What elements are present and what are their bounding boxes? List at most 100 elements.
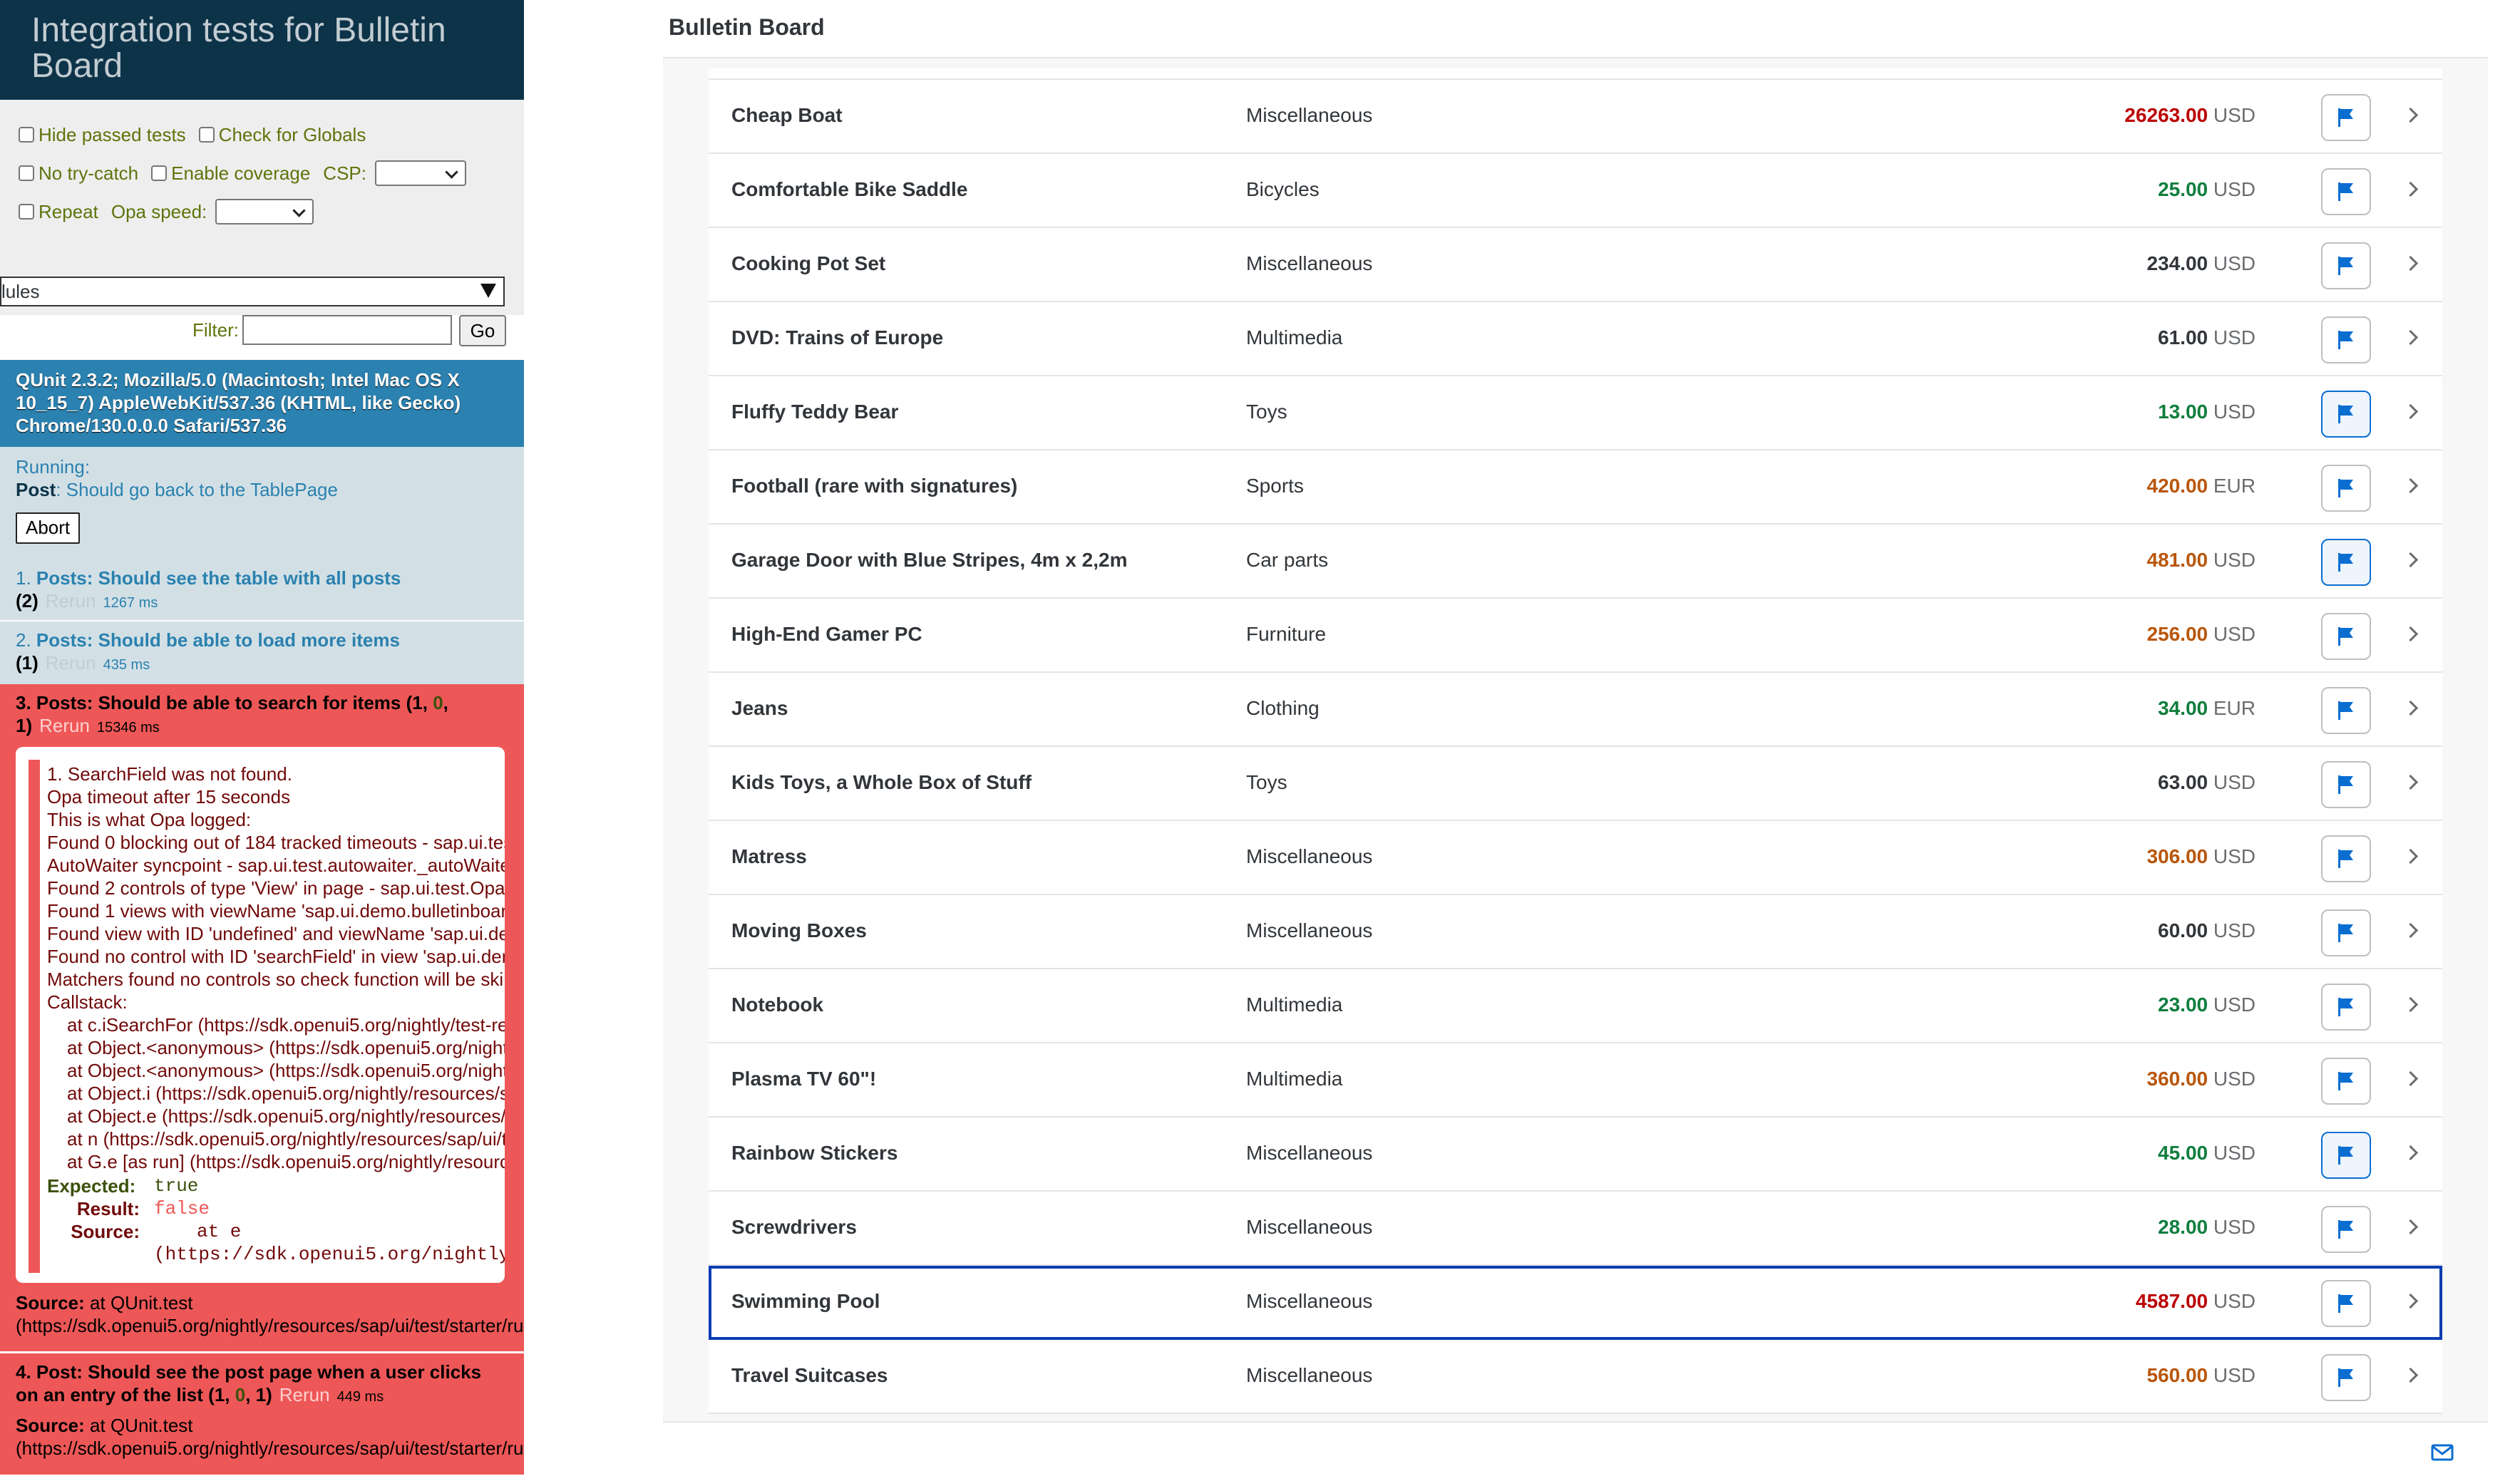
- rerun-link[interactable]: Rerun: [39, 715, 90, 736]
- flag-button[interactable]: [2321, 1280, 2371, 1327]
- post-category: Multimedia: [1246, 1068, 1343, 1090]
- chevron-right-icon[interactable]: [2402, 1070, 2419, 1087]
- price-currency: USD: [2213, 1290, 2256, 1312]
- qunit-header[interactable]: Integration tests for Bulletin Board: [0, 0, 524, 100]
- table-row[interactable]: Rainbow Stickers Miscellaneous 45.00 USD: [709, 1118, 2442, 1192]
- flag-button[interactable]: [2321, 1132, 2371, 1179]
- table-row[interactable]: High-End Gamer PC Furniture 256.00 USD: [709, 599, 2442, 673]
- flag-button[interactable]: [2321, 316, 2371, 363]
- flag-button[interactable]: [2321, 168, 2371, 215]
- test-name: Posts: Should be able to search for item…: [36, 692, 401, 713]
- hide-passed-option[interactable]: Hide passed tests: [19, 124, 186, 146]
- chevron-right-icon[interactable]: [2402, 181, 2419, 197]
- flag-button[interactable]: [2321, 613, 2371, 660]
- flag-icon: [2338, 331, 2353, 349]
- flag-button[interactable]: [2321, 94, 2371, 141]
- chevron-right-icon[interactable]: [2402, 996, 2419, 1013]
- table-row[interactable]: Cheap Boat Miscellaneous 26263.00 USD: [709, 80, 2442, 154]
- table-row[interactable]: Kids Toys, a Whole Box of Stuff Toys 63.00…: [709, 747, 2442, 821]
- test-number: 1.: [16, 567, 31, 589]
- table-row[interactable]: Comfortable Bike Saddle Bicycles 25.00 USD: [709, 154, 2442, 228]
- flag-button[interactable]: [2321, 242, 2371, 289]
- mail-icon[interactable]: [2431, 1444, 2454, 1461]
- csp-select[interactable]: [374, 160, 466, 186]
- repeat-option[interactable]: Repeat: [19, 201, 98, 223]
- price-currency: USD: [2213, 326, 2256, 349]
- flag-button[interactable]: [2321, 465, 2371, 512]
- table-row[interactable]: Screwdrivers Miscellaneous 28.00 USD: [709, 1192, 2442, 1266]
- enable-coverage-option[interactable]: Enable coverage: [151, 162, 310, 185]
- post-price: 25.00 USD: [2158, 178, 2256, 201]
- flag-button[interactable]: [2321, 835, 2371, 882]
- table-row[interactable]: Jeans Clothing 34.00 EUR: [709, 673, 2442, 747]
- flag-button[interactable]: [2321, 1058, 2371, 1105]
- price-currency: USD: [2213, 549, 2256, 571]
- chevron-right-icon[interactable]: [2402, 848, 2419, 865]
- table-row[interactable]: Swimming Pool Miscellaneous 4587.00 USD: [709, 1266, 2442, 1340]
- abort-button[interactable]: Abort: [16, 512, 81, 544]
- rerun-link[interactable]: Rerun: [279, 1384, 330, 1405]
- chevron-right-icon[interactable]: [2402, 107, 2419, 123]
- flag-button[interactable]: [2321, 909, 2371, 956]
- opa-speed-select[interactable]: [215, 199, 314, 225]
- failure-line: This is what Opa logged:: [47, 809, 252, 830]
- dropdown-triangle-icon: [480, 284, 496, 298]
- chevron-right-icon[interactable]: [2402, 1219, 2419, 1235]
- test-item-1[interactable]: 1. Posts: Should see the table with all …: [0, 559, 524, 621]
- rerun-link[interactable]: Rerun: [46, 652, 96, 674]
- enable-coverage-label: Enable coverage: [171, 162, 311, 184]
- chevron-right-icon[interactable]: [2402, 552, 2419, 568]
- flag-button[interactable]: [2321, 984, 2371, 1031]
- flag-button[interactable]: [2321, 539, 2371, 586]
- chevron-right-icon[interactable]: [2402, 922, 2419, 939]
- table-row[interactable]: Notebook Multimedia 23.00 USD: [709, 969, 2442, 1043]
- chevron-right-icon[interactable]: [2402, 478, 2419, 494]
- no-try-catch-checkbox[interactable]: [19, 165, 34, 181]
- table-row[interactable]: Plasma TV 60"! Multimedia 360.00 USD: [709, 1043, 2442, 1118]
- flag-button[interactable]: [2321, 761, 2371, 808]
- test-item-4[interactable]: 4. Post: Should see the post page when a…: [0, 1351, 524, 1475]
- post-price: 28.00 USD: [2158, 1216, 2256, 1239]
- check-globals-option[interactable]: Check for Globals: [198, 124, 366, 146]
- table-row[interactable]: Matress Miscellaneous 306.00 USD: [709, 821, 2442, 895]
- chevron-right-icon[interactable]: [2402, 329, 2419, 346]
- post-price: 481.00 USD: [2146, 549, 2256, 572]
- flag-button[interactable]: [2321, 391, 2371, 438]
- source-url: (https://sdk.openui5.org/nightly/resourc…: [16, 1315, 524, 1336]
- table-row[interactable]: Garage Door with Blue Stripes, 4m x 2,2m…: [709, 525, 2442, 599]
- chevron-right-icon[interactable]: [2402, 1293, 2419, 1309]
- flag-button[interactable]: [2321, 687, 2371, 734]
- filter-row: Filter: Go: [0, 315, 524, 349]
- chevron-right-icon[interactable]: [2402, 255, 2419, 272]
- table-row[interactable]: Cooking Pot Set Miscellaneous 234.00 USD: [709, 228, 2442, 302]
- filter-input[interactable]: [242, 315, 452, 345]
- flag-button[interactable]: [2321, 1354, 2371, 1401]
- chevron-right-icon[interactable]: [2402, 403, 2419, 420]
- go-button[interactable]: Go: [459, 315, 506, 346]
- chevron-right-icon[interactable]: [2402, 626, 2419, 642]
- chevron-right-icon[interactable]: [2402, 700, 2419, 716]
- table-row[interactable]: Football (rare with signatures) Sports 420…: [709, 450, 2442, 525]
- table-row[interactable]: Travel Suitcases Miscellaneous 560.00 USD: [709, 1340, 2442, 1414]
- qunit-panel: Integration tests for Bulletin Board Hid…: [0, 0, 524, 1475]
- flag-button[interactable]: [2321, 1206, 2371, 1253]
- rerun-link[interactable]: Rerun: [46, 590, 96, 611]
- chevron-right-icon[interactable]: [2402, 774, 2419, 790]
- test-item-2[interactable]: 2. Posts: Should be able to load more it…: [0, 621, 524, 684]
- no-try-catch-option[interactable]: No try-catch: [19, 162, 138, 185]
- result-label: Result:: [76, 1198, 140, 1219]
- table-row[interactable]: Moving Boxes Miscellaneous 60.00 USD: [709, 895, 2442, 969]
- post-category: Toys: [1246, 771, 1287, 793]
- table-row[interactable]: Fluffy Teddy Bear Toys 13.00 USD: [709, 376, 2442, 450]
- module-select[interactable]: lules: [0, 277, 505, 306]
- check-globals-checkbox[interactable]: [198, 127, 215, 143]
- running-test-name: : Should go back to the TablePage: [56, 479, 338, 500]
- chevron-right-icon[interactable]: [2402, 1145, 2419, 1161]
- post-title: High-End Gamer PC: [731, 623, 922, 645]
- post-category: Multimedia: [1246, 326, 1343, 349]
- chevron-right-icon[interactable]: [2402, 1367, 2419, 1383]
- table-row[interactable]: DVD: Trains of Europe Multimedia 61.00 USD: [709, 302, 2442, 376]
- hide-passed-checkbox[interactable]: [19, 127, 34, 143]
- enable-coverage-checkbox[interactable]: [151, 165, 168, 181]
- repeat-checkbox[interactable]: [19, 204, 34, 220]
